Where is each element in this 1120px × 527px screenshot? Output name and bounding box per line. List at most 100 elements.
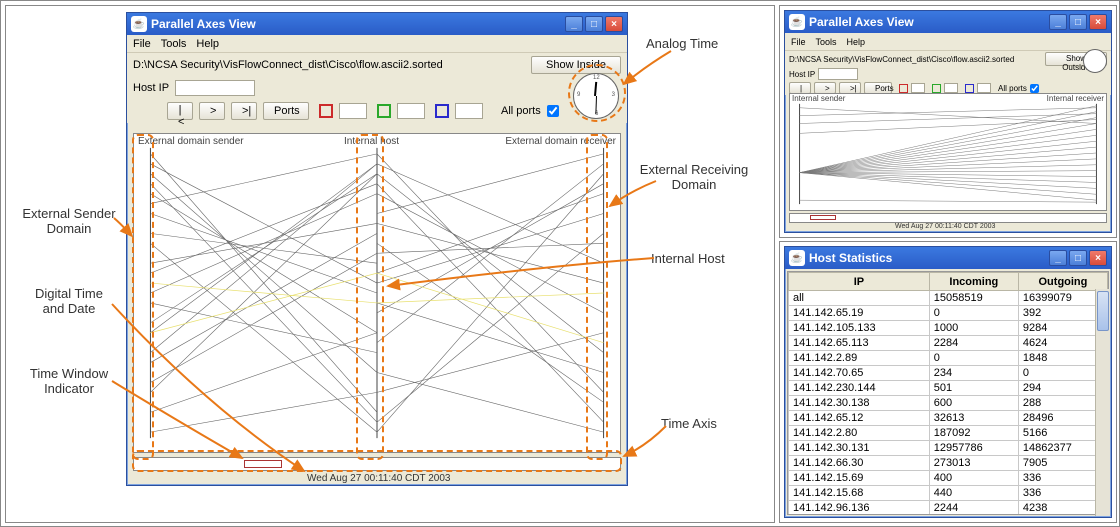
menu-help[interactable]: Help bbox=[847, 37, 866, 47]
nav-first-button[interactable]: |< bbox=[167, 102, 193, 120]
java-icon: ☕ bbox=[789, 14, 805, 30]
close-button[interactable]: × bbox=[1089, 250, 1107, 266]
maximize-button[interactable]: □ bbox=[1069, 14, 1087, 30]
java-icon: ☕ bbox=[789, 250, 805, 266]
port-color-red[interactable] bbox=[319, 104, 333, 118]
close-button[interactable]: × bbox=[1089, 14, 1107, 30]
time-axis[interactable] bbox=[133, 457, 621, 471]
time-thumb-2[interactable] bbox=[810, 215, 836, 220]
table-row[interactable]: 141.142.70.652340 bbox=[789, 366, 1108, 381]
callout-analog: Analog Time bbox=[646, 36, 718, 51]
table-row[interactable]: 141.142.2.8901848 bbox=[789, 351, 1108, 366]
table-cell: 141.142.15.69 bbox=[789, 471, 930, 486]
table-row[interactable]: 141.142.65.190392 bbox=[789, 306, 1108, 321]
port-red-input[interactable] bbox=[339, 103, 367, 119]
table-cell: 141.142.66.30 bbox=[789, 456, 930, 471]
minimize-button[interactable]: _ bbox=[1049, 14, 1067, 30]
table-row[interactable]: 141.142.30.138600288 bbox=[789, 396, 1108, 411]
port-green-input-2[interactable] bbox=[944, 83, 958, 93]
table-row[interactable]: 141.142.66.302730137905 bbox=[789, 456, 1108, 471]
window-title-2: Parallel Axes View bbox=[809, 15, 1047, 29]
table-row[interactable]: 141.142.30.1311295778614862377 bbox=[789, 441, 1108, 456]
table-cell: 141.142.30.131 bbox=[789, 441, 930, 456]
port-blue-input[interactable] bbox=[455, 103, 483, 119]
col-ip[interactable]: IP bbox=[789, 273, 930, 291]
menu-tools[interactable]: Tools bbox=[161, 38, 187, 50]
port-green-input[interactable] bbox=[397, 103, 425, 119]
title-bar: ☕ Parallel Axes View _ □ × bbox=[127, 13, 627, 35]
table-row[interactable]: 141.142.2.801870925166 bbox=[789, 426, 1108, 441]
port-color-green[interactable] bbox=[377, 104, 391, 118]
all-ports-checkbox-2[interactable] bbox=[1030, 84, 1039, 93]
left-panel: ☕ Parallel Axes View _ □ × File Tools He… bbox=[5, 5, 775, 523]
all-ports-label: All ports bbox=[501, 105, 541, 117]
menu-help[interactable]: Help bbox=[196, 38, 219, 50]
port-color-blue[interactable] bbox=[435, 104, 449, 118]
table-cell: 273013 bbox=[929, 456, 1018, 471]
stats-window: ☕ Host Statistics _ □ × IP Incoming Outg… bbox=[784, 246, 1112, 518]
scrollbar[interactable] bbox=[1095, 289, 1110, 516]
table-row[interactable]: 141.142.96.13622444238 bbox=[789, 501, 1108, 516]
table-row[interactable]: all1505851916399079 bbox=[789, 291, 1108, 306]
host-ip-input[interactable] bbox=[175, 80, 255, 96]
outside-plot-svg bbox=[790, 94, 1106, 210]
table-cell: 600 bbox=[929, 396, 1018, 411]
all-ports-label-2: All ports bbox=[998, 84, 1027, 93]
menu-tools[interactable]: Tools bbox=[816, 37, 837, 47]
time-window-thumb[interactable] bbox=[244, 460, 282, 468]
top-right-panel: ☕ Parallel Axes View _ □ × File Tools He… bbox=[779, 5, 1117, 238]
nav-play-button[interactable]: > bbox=[199, 102, 225, 120]
controls-row: Host IP bbox=[127, 77, 627, 99]
minimize-button[interactable]: _ bbox=[1049, 250, 1067, 266]
table-row[interactable]: 141.142.15.69400336 bbox=[789, 471, 1108, 486]
time-axis-2[interactable] bbox=[789, 213, 1107, 223]
all-ports-checkbox[interactable] bbox=[547, 105, 559, 117]
table-cell: 15058519 bbox=[929, 291, 1018, 306]
callout-ers: External SenderDomain bbox=[14, 206, 124, 236]
table-cell: 32613 bbox=[929, 411, 1018, 426]
close-button[interactable]: × bbox=[605, 16, 623, 32]
menu-bar: File Tools Help bbox=[127, 35, 627, 53]
table-row[interactable]: 141.142.65.123261328496 bbox=[789, 411, 1108, 426]
path-row: D:\NCSA Security\VisFlowConnect_dist\Cis… bbox=[127, 53, 627, 77]
table-row[interactable]: 141.142.230.144501294 bbox=[789, 381, 1108, 396]
java-icon: ☕ bbox=[131, 16, 147, 32]
table-cell: 187092 bbox=[929, 426, 1018, 441]
port-blue-2[interactable] bbox=[965, 84, 974, 93]
callout-erd: External ReceivingDomain bbox=[634, 162, 754, 192]
table-cell: 141.142.30.138 bbox=[789, 396, 930, 411]
outside-plot: Internal sender Internal receiver bbox=[789, 93, 1107, 211]
port-green-2[interactable] bbox=[932, 84, 941, 93]
table-cell: 12957786 bbox=[929, 441, 1018, 456]
title-bar-3: ☕ Host Statistics _ □ × bbox=[785, 247, 1111, 269]
table-cell: 1000 bbox=[929, 321, 1018, 336]
scroll-thumb[interactable] bbox=[1097, 291, 1109, 331]
table-cell: 141.142.65.19 bbox=[789, 306, 930, 321]
menu-file[interactable]: File bbox=[791, 37, 806, 47]
maximize-button[interactable]: □ bbox=[585, 16, 603, 32]
maximize-button[interactable]: □ bbox=[1069, 250, 1087, 266]
host-ip-label-2: Host IP bbox=[789, 70, 815, 79]
nav-last-button[interactable]: >| bbox=[231, 102, 257, 120]
table-row[interactable]: 141.142.65.11322844624 bbox=[789, 336, 1108, 351]
minimize-button[interactable]: _ bbox=[565, 16, 583, 32]
window-title: Parallel Axes View bbox=[151, 17, 563, 31]
col-outgoing[interactable]: Outgoing bbox=[1018, 273, 1107, 291]
port-red-2[interactable] bbox=[899, 84, 908, 93]
col-incoming[interactable]: Incoming bbox=[929, 273, 1018, 291]
path-row-2: D:\NCSA Security\VisFlowConnect_dist\Cis… bbox=[785, 51, 1111, 67]
show-inside-button[interactable]: Show Inside bbox=[531, 56, 621, 74]
port-red-input-2[interactable] bbox=[911, 83, 925, 93]
analog-clock-2 bbox=[1083, 49, 1107, 73]
title-bar-2: ☕ Parallel Axes View _ □ × bbox=[785, 11, 1111, 33]
table-cell: 501 bbox=[929, 381, 1018, 396]
window-title-3: Host Statistics bbox=[809, 251, 1047, 265]
callout-ih: Internal Host bbox=[651, 251, 725, 266]
ports-button[interactable]: Ports bbox=[263, 102, 309, 120]
port-blue-input-2[interactable] bbox=[977, 83, 991, 93]
table-row[interactable]: 141.142.105.13310009284 bbox=[789, 321, 1108, 336]
host-ip-input-2[interactable] bbox=[818, 68, 858, 80]
table-row[interactable]: 141.142.15.68440336 bbox=[789, 486, 1108, 501]
menu-bar-2: File Tools Help bbox=[785, 33, 1111, 51]
menu-file[interactable]: File bbox=[133, 38, 151, 50]
